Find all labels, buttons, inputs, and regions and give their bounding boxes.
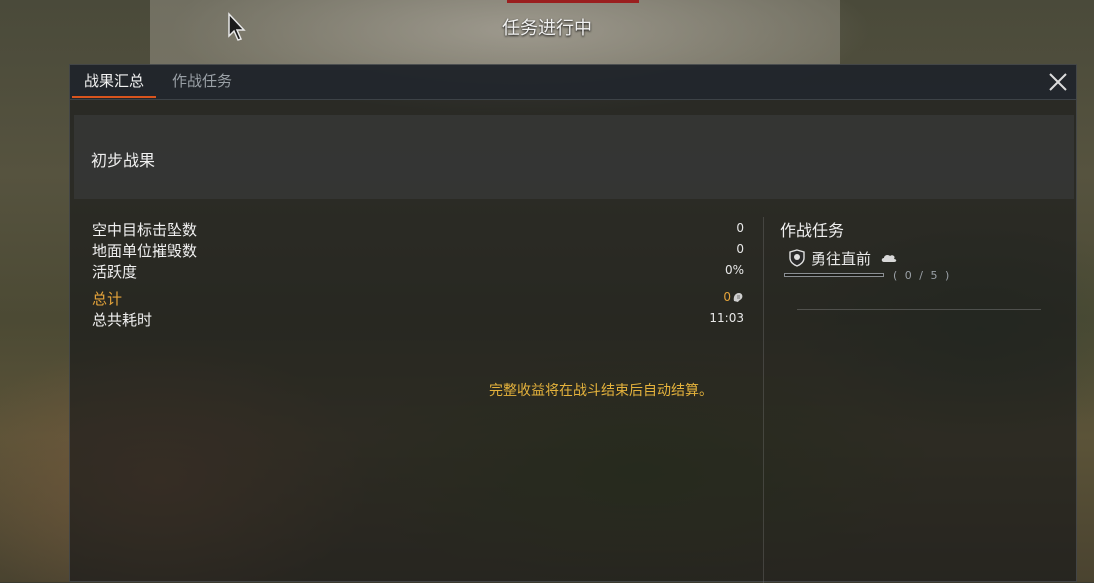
stat-value: 0% (724, 263, 744, 277)
tab-bar: 战果汇总 作战任务 (70, 65, 1076, 100)
results-header-title: 初步战果 (91, 151, 156, 170)
total-value: 0 (723, 290, 731, 304)
total-label: 总计 (92, 290, 123, 308)
stat-row-activity: 活跃度 0% (92, 261, 744, 282)
stat-label: 空中目标击坠数 (92, 221, 198, 239)
task-progress-count: ( 0 / 5 ) (893, 269, 952, 282)
battle-results-window: 战果汇总 作战任务 初步战果 空中目标击坠数 0 地面单位摧毁数 0 活跃度 0… (69, 64, 1077, 583)
total-value-group: 0 (723, 290, 744, 304)
stat-row-ground-kills: 地面单位摧毁数 0 (92, 240, 744, 261)
tab-battle-tasks[interactable]: 作战任务 (160, 65, 244, 98)
stat-row-total: 总计 0 (92, 288, 744, 309)
mission-status-bar (507, 0, 639, 3)
stat-value: 0 (736, 221, 744, 235)
tasks-divider (797, 309, 1041, 310)
results-header: 初步战果 (74, 115, 1074, 199)
stat-label: 地面单位摧毁数 (92, 242, 198, 260)
cloud-icon (881, 254, 897, 262)
rewards-notice: 完整收益将在战斗结束后自动结算。 (489, 383, 713, 399)
tasks-panel: 作战任务 勇往直前 ( 0 / 5 ) (780, 217, 1050, 282)
task-progress-bar (784, 273, 884, 277)
task-name: 勇往直前 (811, 250, 872, 268)
stat-row-air-kills: 空中目标击坠数 0 (92, 219, 744, 240)
mission-status-title: 任务进行中 (502, 18, 592, 39)
time-label: 总共耗时 (92, 311, 153, 329)
time-value: 11:03 (709, 311, 744, 325)
tasks-title: 作战任务 (780, 221, 845, 240)
stat-row-time: 总共耗时 11:03 (92, 309, 744, 330)
tab-battle-summary[interactable]: 战果汇总 (72, 65, 157, 98)
shield-icon (789, 249, 805, 267)
stat-label: 活跃度 (92, 263, 138, 281)
stat-value: 0 (736, 242, 744, 256)
stats-list: 空中目标击坠数 0 地面单位摧毁数 0 活跃度 0% 总计 0 总共耗时 11:… (92, 219, 744, 330)
close-icon[interactable] (1046, 70, 1070, 94)
column-divider (763, 217, 764, 583)
research-points-icon (733, 293, 743, 302)
